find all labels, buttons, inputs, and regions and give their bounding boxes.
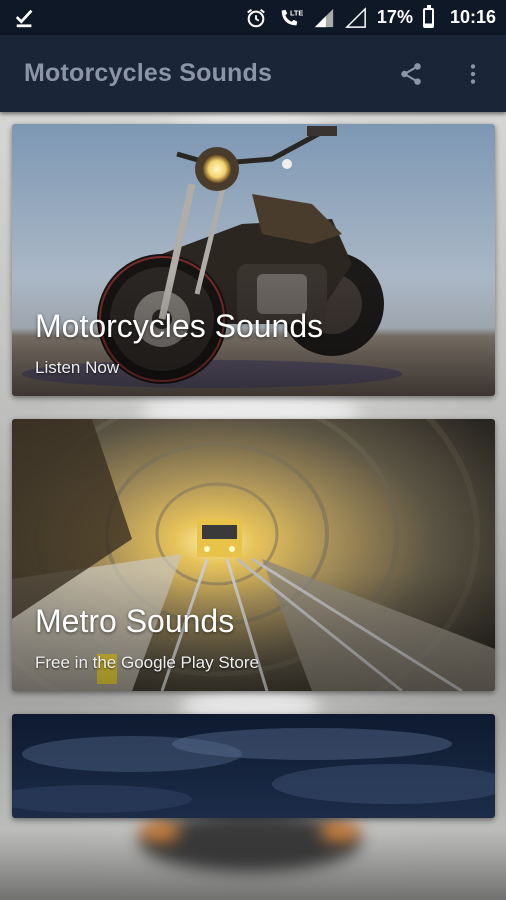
no-signal-icon — [344, 6, 367, 29]
signal-icon — [313, 7, 335, 29]
app-title: Motorcycles Sounds — [24, 59, 273, 87]
metro-sounds-card[interactable]: Metro Sounds Free in the Google Play Sto… — [12, 419, 495, 691]
share-icon — [401, 62, 421, 85]
share-button[interactable] — [398, 61, 424, 87]
volte-call-icon: LTE — [277, 7, 303, 29]
battery-icon — [422, 4, 434, 28]
more-options-button[interactable] — [460, 61, 486, 87]
status-bar: LTE 17% 10:16 — [0, 0, 506, 35]
alarm-icon — [245, 7, 267, 29]
app-bar: Motorcycles Sounds — [0, 35, 506, 112]
battery-percentage: 17% — [376, 7, 413, 27]
night-sky-card[interactable] — [12, 714, 495, 818]
card-subtitle: Free in the Google Play Store — [35, 653, 259, 672]
network-label: LTE — [290, 8, 303, 17]
more-vert-icon — [470, 63, 476, 84]
clock: 10:16 — [449, 7, 496, 27]
card-subtitle: Listen Now — [35, 358, 120, 377]
content-area[interactable]: Motorcycles Sounds Listen Now Metro Soun… — [0, 112, 506, 900]
card-title: Motorcycles Sounds — [35, 308, 324, 344]
card-title: Metro Sounds — [35, 603, 235, 639]
motorcycles-sounds-card[interactable]: Motorcycles Sounds Listen Now — [12, 124, 495, 396]
night-sky-photo — [12, 714, 495, 818]
download-done-icon — [14, 7, 36, 29]
